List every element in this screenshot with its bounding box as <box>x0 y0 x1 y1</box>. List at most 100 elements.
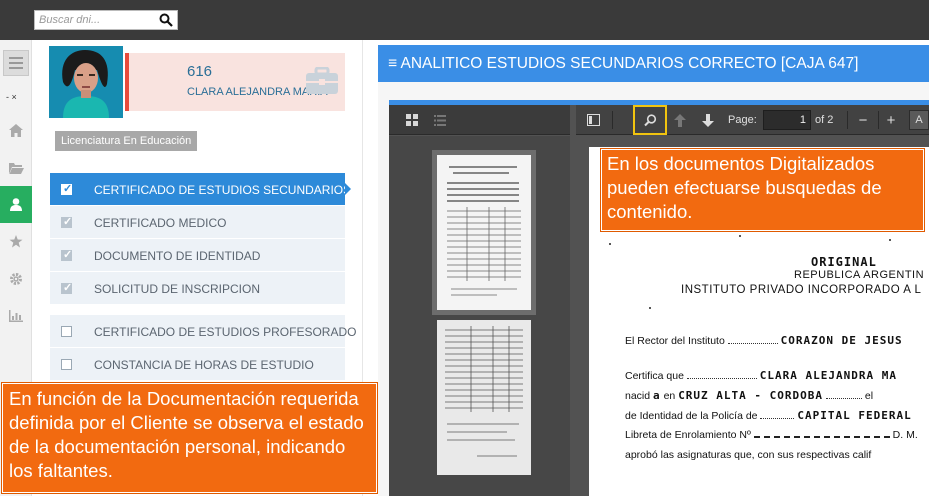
hamburger-icon <box>9 57 23 69</box>
checkbox-unchecked[interactable] <box>61 359 72 370</box>
grid-icon <box>406 114 418 126</box>
search-box[interactable] <box>34 10 178 30</box>
scan-speck <box>609 243 611 245</box>
scan-nacid-line: nacid a en CRUZ ALTA - CORDOBA el <box>625 389 873 402</box>
find-button[interactable] <box>633 105 667 135</box>
zoom-out-button[interactable]: − <box>852 110 874 130</box>
viewer-toolbar: Page: 1 of 2 − + A <box>576 105 929 135</box>
doc-item-label: CERTIFICADO DE ESTUDIOS SECUNDARIOS <box>94 183 352 197</box>
home-icon <box>9 124 23 137</box>
arrow-up-icon <box>674 113 686 127</box>
doc-item-certificado-medico[interactable]: ✓ CERTIFICADO MEDICO <box>50 206 345 239</box>
page-number-input[interactable]: 1 <box>763 110 811 130</box>
menu-toggle-button[interactable] <box>3 50 29 76</box>
scan-original-heading: ORIGINAL <box>811 255 877 269</box>
checkbox-checked[interactable]: ✓ <box>61 249 73 261</box>
dotted-fill <box>727 343 778 344</box>
dni-search-input[interactable] <box>35 11 157 29</box>
profile-number: 616 <box>187 63 213 80</box>
rail-marker: - × <box>6 92 17 102</box>
scan-libreta-label: Libreta de Enrolamiento Nº <box>625 429 751 441</box>
nav-settings[interactable] <box>0 260 32 297</box>
doc-item-label: CONSTANCIA DE HORAS DE ESTUDIO <box>94 358 314 372</box>
scan-rector-value: CORAZON DE JESUS <box>780 334 903 347</box>
scan-identidad-label: de Identidad de la Policía de <box>625 410 758 422</box>
dotted-fill <box>825 398 862 399</box>
content-search-callout: En los documentos Digitalizados pueden e… <box>601 149 924 231</box>
scan-nacid-a: a <box>653 389 661 402</box>
checkbox-unchecked[interactable] <box>61 326 72 337</box>
list-icon <box>434 114 446 126</box>
checkbox-checked[interactable]: ✓ <box>61 282 73 294</box>
check-icon: ✓ <box>63 249 73 261</box>
portrait-image <box>49 46 123 118</box>
scan-rector-line: El Rector del Instituto CORAZON DE JESUS <box>625 334 903 347</box>
scan-nacid-tail: el <box>864 390 874 402</box>
sidebar-toggle-icon <box>586 114 600 126</box>
page-total: of 2 <box>815 114 834 126</box>
user-icon <box>10 198 22 211</box>
top-bar <box>0 0 929 40</box>
doc-item-constancia-horas-estudio[interactable]: CONSTANCIA DE HORAS DE ESTUDIO <box>50 348 345 381</box>
scan-instituto-text: INSTITUTO PRIVADO INCORPORADO A L <box>681 284 922 296</box>
zoom-in-button[interactable]: + <box>880 110 902 130</box>
nav-person[interactable] <box>0 186 32 223</box>
toolbar-divider <box>847 111 848 129</box>
doc-item-label: DOCUMENTO DE IDENTIDAD <box>94 249 261 263</box>
document-checklist: ✓ CERTIFICADO DE ESTUDIOS SECUNDARIOS ✓ … <box>50 173 356 381</box>
scan-speck <box>649 307 651 309</box>
page-label: Page: <box>728 114 757 126</box>
checkbox-checked[interactable]: ✓ <box>61 183 72 195</box>
scan-libreta-line: Libreta de Enrolamiento Nº D. M. <box>625 429 918 441</box>
gear-icon <box>10 272 22 285</box>
nav-favorites[interactable] <box>0 223 32 260</box>
check-icon: ✓ <box>63 282 73 294</box>
scan-certifica-line: Certifica que CLARA ALEJANDRA MA <box>625 369 897 382</box>
dotted-fill <box>760 418 795 419</box>
briefcase-icon <box>306 67 338 94</box>
scan-en-label: en <box>663 390 676 402</box>
outline-view-button[interactable] <box>429 110 451 130</box>
search-icon[interactable] <box>159 13 173 27</box>
scan-rector-label: El Rector del Instituto <box>625 335 725 347</box>
toolbar-divider <box>612 111 613 129</box>
doc-item-label: CERTIFICADO MEDICO <box>94 216 227 230</box>
dotted-fill <box>753 436 890 438</box>
profile-photo <box>49 46 123 118</box>
sidebar-toolbar <box>389 105 570 135</box>
scan-nacid-value: CRUZ ALTA - CORDOBA <box>678 389 824 402</box>
toolbar-divider <box>878 111 879 129</box>
thumbnail-view-button[interactable] <box>401 110 423 130</box>
bar-chart-icon <box>9 309 23 322</box>
nav-folder[interactable] <box>0 149 32 186</box>
scan-certifica-value: CLARA ALEJANDRA MA <box>759 369 898 382</box>
folder-open-icon <box>8 162 24 174</box>
check-icon: ✓ <box>63 216 73 228</box>
scan-identidad-line: de Identidad de la Policía de CAPITAL FE… <box>625 409 912 422</box>
scan-speck <box>739 235 741 237</box>
page-thumbnail-1[interactable] <box>432 150 536 315</box>
next-page-button[interactable] <box>697 110 719 130</box>
zoom-select[interactable]: A <box>909 110 929 130</box>
previous-page-button[interactable] <box>669 110 691 130</box>
thumbnail-page-1-image <box>437 155 531 310</box>
magnifier-icon <box>643 113 656 126</box>
star-icon <box>9 235 23 248</box>
documentation-status-callout: En función de la Documentación requerida… <box>2 383 377 493</box>
doc-item-certificado-estudios-secundarios[interactable]: ✓ CERTIFICADO DE ESTUDIOS SECUNDARIOS <box>50 173 351 206</box>
thumbnail-page-2-image <box>437 320 531 475</box>
doc-item-label: CERTIFICADO DE ESTUDIOS PROFESORADO <box>94 325 357 339</box>
doc-item-documento-identidad[interactable]: ✓ DOCUMENTO DE IDENTIDAD <box>50 239 345 272</box>
scan-aprobo-line: aprobó las asignaturas que, con sus resp… <box>625 449 872 461</box>
toggle-sidebar-button[interactable] <box>582 110 604 130</box>
page-thumbnail-2[interactable] <box>437 320 531 475</box>
checkbox-checked[interactable]: ✓ <box>61 216 73 228</box>
scan-speck <box>889 239 891 241</box>
nav-reports[interactable] <box>0 297 32 334</box>
nav-home[interactable] <box>0 112 32 149</box>
doc-item-solicitud-inscripcion[interactable]: ✓ SOLICITUD DE INSCRIPCION <box>50 272 345 305</box>
document-panel-title: ≡ ANALITICO ESTUDIOS SECUNDARIOS CORRECT… <box>378 45 929 82</box>
doc-item-certificado-estudios-profesorado[interactable]: CERTIFICADO DE ESTUDIOS PROFESORADO <box>50 315 356 348</box>
scan-libreta-tail: D. M. <box>892 429 918 441</box>
scan-republica-text: REPUBLICA ARGENTIN <box>794 269 925 281</box>
